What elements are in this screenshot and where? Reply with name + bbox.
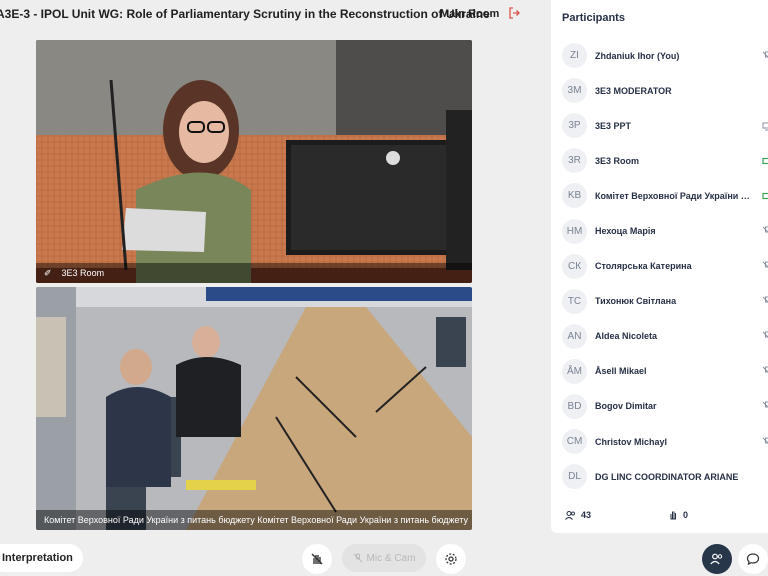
avatar: 3R xyxy=(562,148,587,174)
bottom-bar: Interpretation Mic & Cam xyxy=(0,540,768,576)
raise-hand-button[interactable] xyxy=(302,544,332,574)
avatar: AN xyxy=(562,323,587,349)
participant-name: Åsell Mikael xyxy=(595,366,647,377)
video-label-2: Комітет Верховної Ради України з питань … xyxy=(36,510,472,530)
chat-bubble-icon xyxy=(746,553,760,566)
gear-icon xyxy=(445,553,457,565)
participant-row[interactable]: ТС Тихонюк Світлана xyxy=(551,284,768,319)
avatar: BD xyxy=(562,393,587,419)
participant-name: 3E3 MODERATOR xyxy=(595,85,672,96)
avatar: KB xyxy=(562,183,587,209)
people-icon xyxy=(710,553,723,565)
participant-count: 43 xyxy=(565,510,669,520)
avatar: CM xyxy=(562,429,587,455)
hand-off-icon xyxy=(311,553,323,565)
exit-room-icon[interactable] xyxy=(508,7,520,19)
participant-name: Aldea Nicoleta xyxy=(595,331,658,342)
participant-name: Zhdaniuk Ihor (You) xyxy=(595,50,680,61)
mic-off-icon xyxy=(762,331,768,339)
chat-button[interactable] xyxy=(738,544,768,574)
avatar: ZI xyxy=(562,43,587,69)
room-label[interactable]: Main Room xyxy=(440,8,499,20)
participant-row[interactable]: BD Bogov Dimitar xyxy=(551,389,768,424)
mic-off-icon xyxy=(762,226,768,233)
mic-off-icon xyxy=(762,296,768,303)
participant-row[interactable]: СК Столярська Катерина xyxy=(551,249,768,284)
pin-icon[interactable]: ✐ xyxy=(44,268,52,279)
mic-off-icon xyxy=(353,553,362,563)
video-on-icon xyxy=(762,192,768,200)
people-icon xyxy=(565,510,575,520)
participant-row[interactable]: AN Aldea Nicoleta xyxy=(551,319,768,354)
video-feed-2 xyxy=(36,287,472,530)
video-feed-1 xyxy=(36,40,472,283)
participant-row[interactable]: ZI Zhdaniuk Ihor (You) xyxy=(551,38,768,73)
mic-cam-button[interactable]: Mic & Cam xyxy=(342,544,426,572)
avatar: НМ xyxy=(562,218,587,244)
participants-panel: Participants ZI Zhdaniuk Ihor (You) 3M 3E3… xyxy=(551,0,768,533)
video-on-icon xyxy=(762,157,768,164)
avatar: DL xyxy=(562,464,587,490)
mic-off-icon xyxy=(762,437,768,444)
mic-off-icon xyxy=(762,366,768,374)
participants-toggle-button[interactable] xyxy=(702,544,732,574)
participant-row[interactable]: 3R 3E3 Room xyxy=(551,143,768,178)
participant-name: Столярська Катерина xyxy=(595,261,692,272)
interpretation-button[interactable]: Interpretation xyxy=(0,544,83,572)
video-label-text: 3E3 Room xyxy=(61,268,105,278)
participant-name: Нехоца Марія xyxy=(595,226,656,237)
participant-name: Тихонюк Світлана xyxy=(595,296,677,307)
avatar: ТС xyxy=(562,288,587,314)
participant-row[interactable]: 3P 3E3 PPT xyxy=(551,108,768,143)
participant-row[interactable]: KB Комітет Верховної Ради України з питан… xyxy=(551,178,768,213)
participant-row[interactable]: DL DG LINC COORDINATOR ARIANE xyxy=(551,459,768,494)
participant-stats: 43 0 xyxy=(565,510,688,520)
participant-name: DG LINC COORDINATOR ARIANE xyxy=(595,471,739,482)
participant-name: 3E3 Room xyxy=(595,155,640,166)
avatar: ÅM xyxy=(562,358,587,384)
top-bar: A3E-3 - IPOL Unit WG: Role of Parliament… xyxy=(0,0,545,28)
participant-row[interactable]: 3M 3E3 MODERATOR xyxy=(551,73,768,108)
avatar: 3M xyxy=(562,78,587,104)
participants-title: Participants xyxy=(562,12,625,24)
meeting-title: A3E-3 - IPOL Unit WG: Role of Parliament… xyxy=(0,7,490,21)
settings-button[interactable] xyxy=(436,544,466,574)
video-label-1: ✐ 3E3 Room xyxy=(36,263,472,283)
video-tile-1[interactable]: ✐ 3E3 Room xyxy=(36,40,472,283)
participant-count-value: 43 xyxy=(581,510,592,520)
avatar: СК xyxy=(562,253,587,279)
hand-count: 0 xyxy=(669,510,688,520)
participant-name: Christov Michayl xyxy=(595,436,668,447)
avatar: 3P xyxy=(562,113,587,139)
video-tile-2[interactable]: Комітет Верховної Ради України з питань … xyxy=(36,287,472,530)
participant-row[interactable]: ÅM Åsell Mikael xyxy=(551,354,768,389)
participant-name: Bogov Dimitar xyxy=(595,401,657,412)
mic-cam-label: Mic & Cam xyxy=(366,552,416,564)
participant-name: 3E3 PPT xyxy=(595,120,632,131)
participant-row[interactable]: CM Christov Michayl xyxy=(551,424,768,459)
screen-icon xyxy=(762,122,768,131)
video-label-text: Комітет Верховної Ради України з питань … xyxy=(44,515,468,525)
hand-icon xyxy=(670,511,676,520)
participants-list: ZI Zhdaniuk Ihor (You) 3M 3E3 MODERATOR 3P… xyxy=(551,38,768,494)
mic-off-icon xyxy=(762,51,768,58)
mic-off-icon xyxy=(762,261,768,268)
participant-row[interactable]: НМ Нехоца Марія xyxy=(551,213,768,248)
hand-count-value: 0 xyxy=(683,510,689,520)
participant-name: Комітет Верховної Ради України з питань … xyxy=(595,190,753,201)
mic-off-icon xyxy=(762,401,768,409)
